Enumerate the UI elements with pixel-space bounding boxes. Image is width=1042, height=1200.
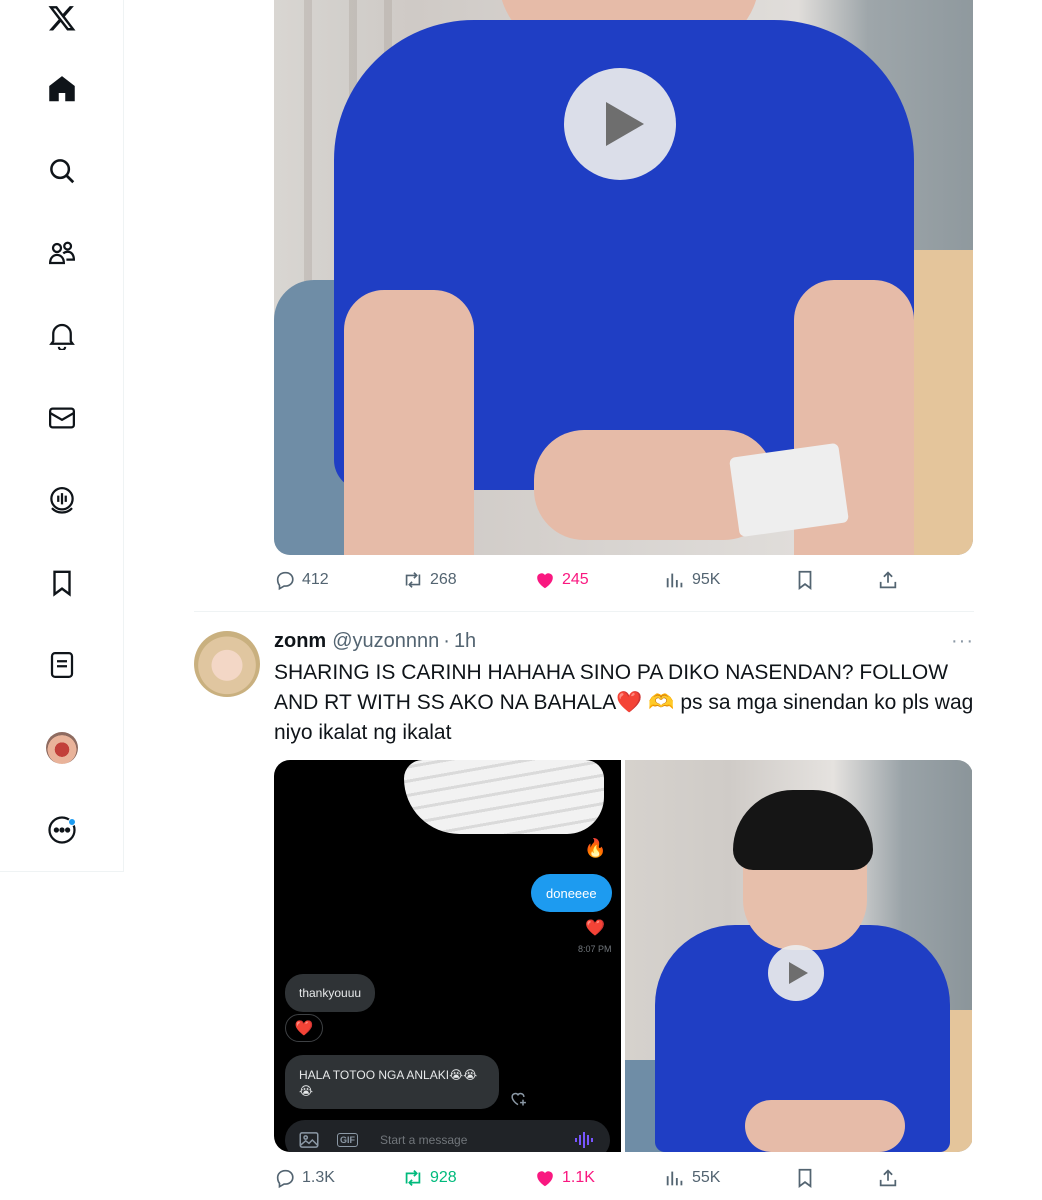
heart-filled-icon — [537, 1171, 553, 1187]
gif-icon: GIF — [337, 1133, 358, 1147]
redaction-scribble — [404, 760, 604, 834]
message-timestamp: 8:07 PM — [578, 944, 612, 954]
tweet-divider — [194, 611, 974, 612]
views-count: 95K — [692, 571, 721, 588]
profile-avatar[interactable] — [40, 726, 84, 770]
heart-hands-emoji: 🫶 — [648, 691, 675, 714]
bookmark-icon — [798, 1168, 812, 1188]
display-name[interactable]: zonm — [274, 630, 326, 653]
bookmark-icon — [798, 570, 812, 590]
tweet-media: 🔥 doneeee ❤️ 8:07 PM thankyouuu ❤️ HALA … — [274, 760, 973, 1152]
views-icon — [666, 1171, 683, 1186]
like-count: 245 — [562, 571, 589, 588]
spaces-icon[interactable] — [40, 478, 84, 522]
repost-icon — [405, 572, 421, 588]
tweet-actions: 412 268 245 95K — [274, 564, 904, 596]
bell-icon[interactable] — [40, 313, 84, 357]
share-button[interactable] — [877, 564, 905, 596]
video-thumbnail[interactable] — [625, 760, 972, 1152]
tweet-text: SHARING IS CARINH HAHAHA SINO PA DIKO NA… — [274, 658, 974, 748]
heart-filled-icon — [537, 573, 553, 589]
share-icon — [879, 1169, 897, 1187]
reply-icon — [276, 1169, 294, 1189]
bookmark-button[interactable] — [794, 564, 822, 596]
reaction-heart: ❤️ — [585, 920, 605, 937]
arm — [344, 290, 474, 555]
rail-divider — [0, 871, 124, 872]
tweet-actions: 1.3K 928 1.1K 55K — [274, 1162, 904, 1194]
mail-icon[interactable] — [40, 396, 84, 440]
message-placeholder: Start a message — [380, 1133, 468, 1147]
add-reaction-icon — [511, 1092, 526, 1106]
timeline: 412 268 245 95K zonm @yuzonnnn · 1h ··· … — [124, 0, 1042, 1200]
dm-screenshot-image[interactable]: 🔥 doneeee ❤️ 8:07 PM thankyouuu ❤️ HALA … — [274, 760, 621, 1152]
tweet-header: zonm @yuzonnnn · 1h ··· — [274, 628, 974, 654]
share-icon — [879, 571, 897, 589]
reply-count: 1.3K — [302, 1169, 335, 1186]
repost-count: 928 — [430, 1169, 457, 1186]
hands — [745, 1100, 905, 1152]
separator: · — [443, 629, 450, 652]
timestamp[interactable]: 1h — [454, 630, 476, 653]
list-icon[interactable] — [40, 643, 84, 687]
repost-button[interactable]: 268 — [402, 564, 457, 596]
share-button[interactable] — [877, 1162, 905, 1194]
home-icon[interactable] — [40, 67, 84, 111]
hair — [733, 790, 873, 870]
more-options-icon[interactable]: ··· — [951, 630, 974, 653]
avatar — [46, 732, 78, 764]
like-count: 1.1K — [562, 1169, 595, 1186]
user-handle[interactable]: @yuzonnnn — [332, 630, 439, 653]
video-player[interactable] — [274, 0, 973, 555]
more-circle-icon[interactable] — [40, 808, 84, 852]
views-count: 55K — [692, 1169, 721, 1186]
incoming-message: thankyouuu — [285, 974, 376, 1012]
play-button[interactable] — [564, 68, 676, 180]
repost-count: 268 — [430, 571, 457, 588]
incoming-message: HALA TOTOO NGA ANLAKI😭😭😭 — [285, 1055, 499, 1109]
reply-button[interactable]: 1.3K — [274, 1162, 335, 1194]
notification-dot — [68, 818, 76, 826]
reply-button[interactable]: 412 — [274, 564, 329, 596]
avatar[interactable] — [194, 631, 260, 697]
people-icon[interactable] — [40, 231, 84, 275]
left-nav-rail — [0, 0, 124, 872]
repost-icon — [405, 1170, 421, 1186]
reaction-heart-glyph: ❤️ — [294, 1020, 314, 1037]
card — [728, 442, 850, 538]
reply-icon — [276, 571, 294, 591]
bookmark-button[interactable] — [794, 1162, 822, 1194]
like-button[interactable]: 1.1K — [534, 1162, 595, 1194]
x-logo-icon[interactable] — [40, 0, 84, 40]
views-icon — [666, 573, 683, 588]
bookmark-icon[interactable] — [40, 561, 84, 605]
image-icon — [299, 1132, 319, 1148]
reaction-heart: ❤️ — [285, 1014, 323, 1042]
play-button[interactable] — [768, 945, 824, 1001]
views-button[interactable]: 55K — [664, 1162, 720, 1194]
search-icon[interactable] — [40, 149, 84, 193]
voice-icon — [575, 1132, 593, 1148]
outgoing-message: doneeee — [531, 874, 612, 912]
heart-emoji: ❤️ — [616, 691, 643, 714]
like-button[interactable]: 245 — [534, 564, 589, 596]
views-button[interactable]: 95K — [664, 564, 720, 596]
repost-button[interactable]: 928 — [402, 1162, 457, 1194]
message-composer: GIF Start a message — [285, 1120, 610, 1152]
fire-emoji: 🔥 — [584, 838, 607, 858]
reply-count: 412 — [302, 571, 329, 588]
